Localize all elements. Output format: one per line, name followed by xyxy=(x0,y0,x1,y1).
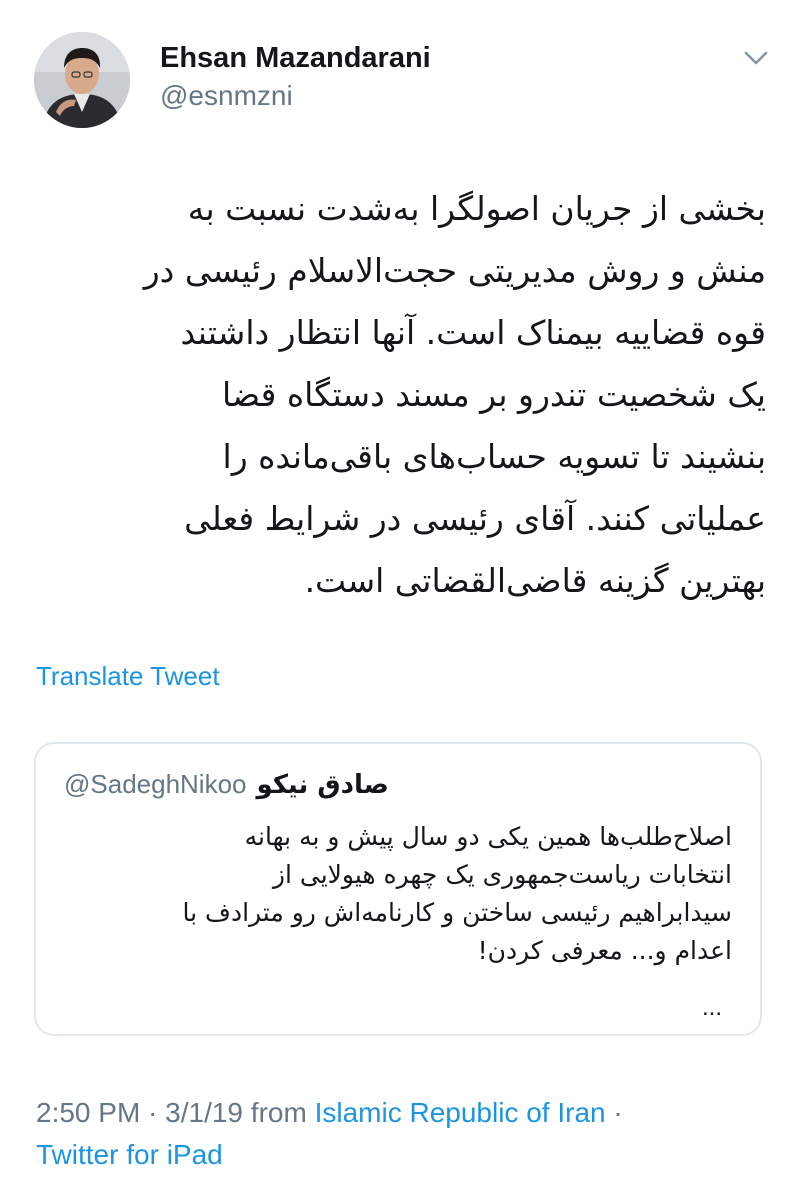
tweet-line: بنشیند تا تسویه حساب‌های باقی‌مانده را xyxy=(222,437,766,476)
quoted-line: اعدام و... معرفی کردن! xyxy=(477,936,732,965)
tweet-text: بخشی از جریان اصولگرا به‌شدت نسبت به منش… xyxy=(36,178,766,612)
display-name[interactable]: Ehsan Mazandarani xyxy=(160,40,431,76)
tweet-line: بخشی از جریان اصولگرا به‌شدت نسبت به xyxy=(187,189,766,228)
user-handle[interactable]: @esnmzni xyxy=(160,78,431,114)
tweet-line: عملیاتی کنند. آقای رئیسی در شرایط فعلی xyxy=(184,499,766,538)
quoted-line: اصلاح‌طلب‌ها همین یکی دو سال پیش و به به… xyxy=(244,822,732,851)
quoted-line: انتخابات ریاست‌جمهوری یک چهره هیولایی از xyxy=(272,860,732,889)
tweet-line: قوه قضاییه بیمناک است. آنها انتظار داشتن… xyxy=(180,313,766,352)
tweet-line: بهترین گزینه قاضی‌القضاتی است. xyxy=(304,561,766,600)
timestamp: 2:50 PM · 3/1/19 from xyxy=(36,1097,315,1128)
meta-separator: · xyxy=(605,1097,623,1128)
chevron-down-icon[interactable] xyxy=(742,48,770,68)
quoted-display-name: صادق نیکو xyxy=(256,770,389,800)
quoted-tweet-text: اصلاح‌طلب‌ها همین یکی دو سال پیش و به به… xyxy=(64,818,733,970)
tweet-header: Ehsan Mazandarani @esnmzni xyxy=(34,24,774,134)
quoted-tweet-card[interactable]: @SadeghNikoo صادق نیکو اصلاح‌طلب‌ها همین … xyxy=(34,742,762,1036)
source-link[interactable]: Twitter for iPad xyxy=(36,1139,223,1170)
location-link[interactable]: Islamic Republic of Iran xyxy=(315,1097,606,1128)
tweet-line: یک شخصیت تندرو بر مسند دستگاه قضا xyxy=(221,375,766,414)
tweet-line: منش و روش مدیریتی حجت‌الاسلام رئیسی در xyxy=(143,251,766,290)
avatar[interactable] xyxy=(34,32,130,128)
avatar-image xyxy=(34,32,130,128)
tweet-meta: 2:50 PM · 3/1/19 from Islamic Republic o… xyxy=(36,1092,776,1176)
quoted-ellipsis: ... xyxy=(701,994,722,1021)
quoted-line: سیدابراهیم رئیسی ساختن و کارنامه‌اش رو م… xyxy=(182,898,733,927)
quoted-user-handle: @SadeghNikoo xyxy=(64,769,247,799)
quoted-tweet-header: @SadeghNikoo صادق نیکو xyxy=(64,766,389,803)
translate-tweet-link[interactable]: Translate Tweet xyxy=(36,658,220,694)
